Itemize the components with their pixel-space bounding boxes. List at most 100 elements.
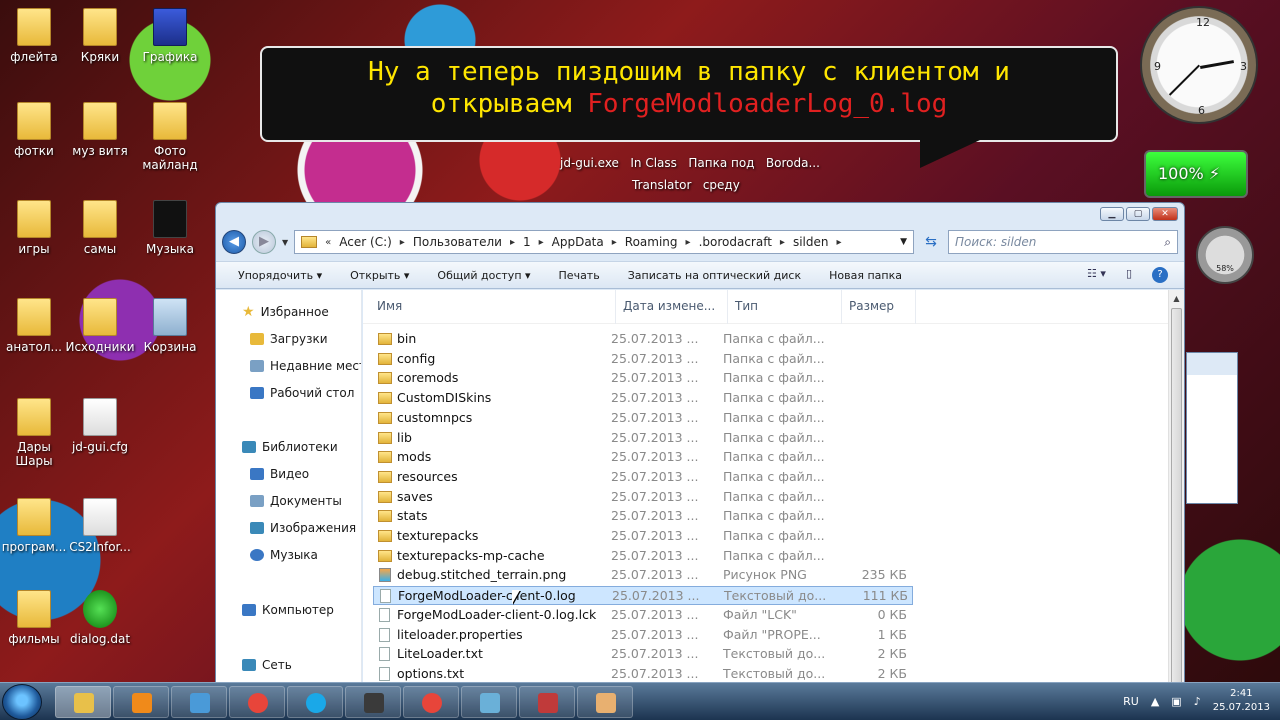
column-size[interactable]: Размер [849, 299, 894, 313]
title-bar[interactable]: ▁ ▢ ✕ [216, 203, 1184, 225]
breadcrumb-segment[interactable]: silden [793, 235, 829, 249]
file-row[interactable]: customnpcs 25.07.2013 ... Папка с файл... [373, 409, 913, 428]
nav-network[interactable]: Сеть [242, 658, 292, 672]
open-button[interactable]: Открыть ▾ [350, 269, 409, 282]
breadcrumb-chevron-icon[interactable]: ▸ [686, 237, 691, 248]
scroll-thumb[interactable] [1171, 308, 1182, 688]
view-options-icon[interactable]: ☷ ▾ [1087, 267, 1106, 283]
column-separator[interactable] [615, 290, 616, 324]
file-row[interactable]: debug.stitched_terrain.png 25.07.2013 ...… [373, 566, 913, 585]
vertical-scrollbar[interactable]: ▲ [1168, 290, 1184, 688]
breadcrumb-segment[interactable]: Acer (C:) [339, 235, 392, 249]
taskbar-app-skype[interactable] [287, 686, 343, 718]
taskbar-app-paint[interactable] [171, 686, 227, 718]
breadcrumb-chevron-icon[interactable]: ▸ [510, 237, 515, 248]
desktop-icon[interactable]: Кряки [62, 8, 138, 64]
file-row[interactable]: saves 25.07.2013 ... Папка с файл... [373, 488, 913, 507]
file-row[interactable]: config 25.07.2013 ... Папка с файл... [373, 350, 913, 369]
desktop-icon[interactable]: Фото майланд [132, 102, 208, 172]
taskbar-app-chrome[interactable] [403, 686, 459, 718]
language-indicator[interactable]: RU [1123, 695, 1139, 708]
nav-documents[interactable]: Документы [250, 494, 342, 508]
file-row[interactable]: bin 25.07.2013 ... Папка с файл... [373, 330, 913, 349]
search-icon[interactable]: ⌕ [1164, 235, 1171, 250]
desktop-icon[interactable]: муз витя [62, 102, 138, 158]
network-tray-icon[interactable]: ▣ [1171, 695, 1181, 708]
print-button[interactable]: Печать [559, 269, 600, 282]
file-row[interactable]: texturepacks-mp-cache 25.07.2013 ... Папка… [373, 547, 913, 566]
column-separator[interactable] [727, 290, 728, 324]
desktop-icon[interactable]: Графика [132, 8, 208, 64]
column-date[interactable]: Дата измене... [623, 299, 715, 313]
background-window[interactable] [1186, 352, 1238, 504]
start-button[interactable] [2, 684, 42, 720]
new-folder-button[interactable]: Новая папка [829, 269, 902, 282]
desktop-icon[interactable]: Исходники [62, 298, 138, 354]
taskbar-app-explorer[interactable] [55, 686, 111, 718]
nav-libraries[interactable]: Библиотеки [242, 440, 338, 454]
breadcrumb-segment[interactable]: 1 [523, 235, 531, 249]
file-row[interactable]: coremods 25.07.2013 ... Папка с файл... [373, 369, 913, 388]
tray-expand-icon[interactable]: ▲ [1151, 695, 1159, 708]
help-icon[interactable]: ? [1152, 267, 1168, 283]
breadcrumb-segment[interactable]: .borodacraft [699, 235, 772, 249]
address-bar[interactable]: « Acer (C:) ▸ Пользователи ▸ 1 ▸ AppData ▸ Roami… [294, 230, 914, 254]
file-row[interactable]: LiteLoader.txt 25.07.2013 ... Текстовый до… [373, 645, 913, 664]
desktop-icon[interactable]: jd-gui.cfg [62, 398, 138, 454]
breadcrumb-chevron-icon[interactable]: ▸ [780, 237, 785, 248]
nav-music[interactable]: Музыка [250, 548, 318, 562]
breadcrumb-chevron-icon[interactable]: ▸ [612, 237, 617, 248]
organize-button[interactable]: Упорядочить ▾ [238, 269, 322, 282]
minimize-button[interactable]: ▁ [1100, 207, 1124, 221]
back-button[interactable]: ◀ [222, 230, 246, 254]
search-box[interactable]: Поиск: silden ⌕ [948, 230, 1178, 254]
maximize-button[interactable]: ▢ [1126, 207, 1150, 221]
file-row[interactable]: resources 25.07.2013 ... Папка с файл... [373, 468, 913, 487]
column-name[interactable]: Имя [377, 299, 402, 313]
nav-favorites[interactable]: ★ Избранное [242, 304, 329, 320]
desktop-icon[interactable]: Музыка [132, 200, 208, 256]
taskbar-app-minecraft[interactable] [345, 686, 401, 718]
share-button[interactable]: Общий доступ ▾ [437, 269, 530, 282]
file-row[interactable]: lib 25.07.2013 ... Папка с файл... [373, 429, 913, 448]
file-row[interactable]: stats 25.07.2013 ... Папка с файл... [373, 507, 913, 526]
nav-computer[interactable]: Компьютер [242, 603, 334, 617]
burn-button[interactable]: Записать на оптический диск [628, 269, 801, 282]
taskbar-app-archive[interactable] [577, 686, 633, 718]
breadcrumb-segment[interactable]: Roaming [625, 235, 678, 249]
nav-recent[interactable]: Недавние места [250, 359, 361, 373]
taskbar-app-notepad[interactable] [461, 686, 517, 718]
forward-button[interactable]: ▶ [252, 230, 276, 254]
breadcrumb-chevron-icon[interactable]: ▸ [539, 237, 544, 248]
taskbar-app-chrome[interactable] [229, 686, 285, 718]
scroll-up-icon[interactable]: ▲ [1169, 294, 1184, 303]
nav-desktop[interactable]: Рабочий стол [250, 386, 354, 400]
explorer-window[interactable]: ▁ ▢ ✕ ◀ ▶ ▼ « Acer (C:) ▸ Пользователи ▸ 1 ▸ A… [215, 202, 1185, 688]
volume-icon[interactable]: ♪ [1194, 695, 1201, 708]
desktop-icon[interactable]: Корзина [132, 298, 208, 354]
file-row[interactable]: CustomDISkins 25.07.2013 ... Папка с файл.… [373, 389, 913, 408]
shortcut-labels-row-1[interactable]: jd-gui.exe In Class Папка под Boroda... [560, 156, 820, 170]
desktop-icon[interactable]: CS2Infor... [62, 498, 138, 554]
breadcrumb-chevron-icon[interactable]: ▸ [836, 237, 841, 248]
preview-pane-icon[interactable]: ▯ [1126, 267, 1132, 283]
breadcrumb-segment[interactable]: AppData [552, 235, 604, 249]
desktop-icon[interactable]: dialog.dat [62, 590, 138, 646]
nav-downloads[interactable]: Загрузки [250, 332, 328, 346]
shortcut-labels-row-2[interactable]: Translator среду [632, 178, 820, 192]
column-separator[interactable] [841, 290, 842, 324]
file-row-selected[interactable]: ForgeModLoader-client-0.log 25.07.2013 ..… [373, 586, 913, 606]
address-dropdown-icon[interactable]: ▼ [900, 237, 907, 247]
taskbar-clock[interactable]: 2:41 25.07.2013 [1213, 687, 1270, 715]
breadcrumb-chevron-icon[interactable]: ▸ [400, 237, 405, 248]
breadcrumb-segment[interactable]: Пользователи [413, 235, 502, 249]
refresh-icon[interactable]: ⇆ [920, 231, 942, 253]
nav-video[interactable]: Видео [250, 467, 309, 481]
taskbar-app-media-player[interactable] [113, 686, 169, 718]
taskbar-app-game[interactable] [519, 686, 575, 718]
nav-images[interactable]: Изображения [250, 521, 356, 535]
file-row[interactable]: ForgeModLoader-client-0.log.lck 25.07.201… [373, 606, 913, 625]
history-dropdown-icon[interactable]: ▼ [282, 238, 288, 247]
close-button[interactable]: ✕ [1152, 207, 1178, 221]
file-row[interactable]: liteloader.properties 25.07.2013 ... Файл … [373, 626, 913, 645]
